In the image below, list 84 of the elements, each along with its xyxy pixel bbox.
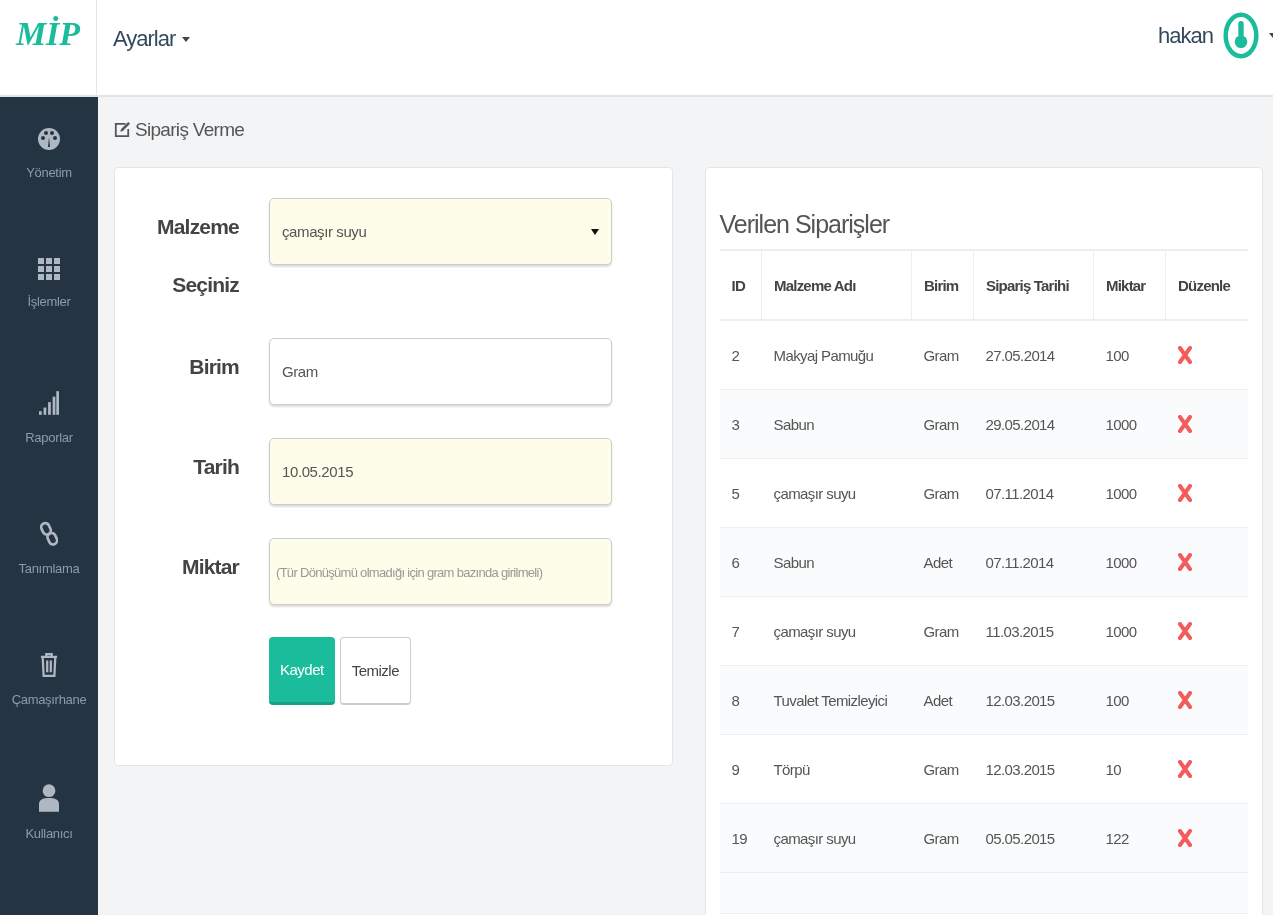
table-cell: çamaşır suyu [761,458,912,528]
page-title: Sipariş Verme [135,119,245,141]
clear-button[interactable]: Temizle [339,637,412,705]
sidebar-item[interactable]: Yönetim [0,127,98,259]
table-cell: Sabun [761,389,912,459]
field-label: Tarih [192,454,239,480]
table-cell: Törpü [761,734,912,804]
table-cell: 100 [1093,665,1166,735]
delete-icon[interactable] [1177,484,1192,502]
table-cell: 7 [719,596,762,666]
table-cell: 1000 [1093,389,1166,459]
delete-icon[interactable] [1177,829,1192,847]
table-cell: 07.11.2014 [973,458,1094,528]
delete-icon[interactable] [1177,346,1192,364]
column-header: Sipariş Tarihi [973,250,1094,320]
sidebar-item[interactable]: İşlemler [0,258,98,390]
table-cell: Gram [911,596,974,666]
table-title: Verilen Siparişler [719,210,891,239]
table-cell: 6 [719,527,762,597]
table-cell: 9 [719,734,762,804]
sidebar-item[interactable]: Kullanıcı [0,783,98,915]
column-header: Düzenle [1165,250,1248,320]
settings-menu[interactable]: Ayarlar [113,26,191,52]
table-cell: 29.05.2014 [973,389,1094,459]
delete-icon[interactable] [1177,622,1192,640]
table-cell: 8 [719,665,762,735]
sidebar-item[interactable]: Tanımlama [0,521,98,653]
delete-icon[interactable] [1177,691,1192,709]
field-label: Miktar [180,554,239,580]
table-cell: 19 [719,803,762,873]
column-header: Birim [911,250,974,320]
user-name[interactable]: hakan [1158,22,1213,49]
caret-icon [182,36,191,42]
table-cell: Gram [911,803,974,873]
table-cell: 12.03.2015 [973,665,1094,735]
table-cell: 1000 [1093,596,1166,666]
column-header: Malzeme Adı [761,250,912,320]
sidebar-item[interactable]: Raporlar [0,389,98,521]
table-cell: 05.05.2015 [973,803,1094,873]
edit-icon [114,122,130,138]
user-icon [39,783,59,812]
dashboard-icon [37,127,61,151]
table-cell: Sabun [761,527,912,597]
input-field[interactable]: 10.05.2015 [269,438,612,505]
table-cell: Gram [911,389,974,459]
table-cell: Gram [911,458,974,528]
table-cell: Adet [911,527,974,597]
table-cell: 1000 [1093,527,1166,597]
save-button[interactable]: Kaydet [269,637,335,705]
table-cell: Makyaj Pamuğu [761,320,912,390]
column-header: ID [719,250,762,320]
table-cell: çamaşır suyu [761,596,912,666]
delete-icon[interactable] [1177,760,1192,778]
material-select[interactable]: çamaşır suyu [269,198,612,265]
table-cell: 1000 [1093,458,1166,528]
table-cell: Tuvalet Temizleyici [761,665,912,735]
table-cell: 2 [719,320,762,390]
delete-icon[interactable] [1177,415,1192,433]
table-cell: Adet [911,665,974,735]
trash-icon [40,652,58,679]
logo[interactable]: MİP [15,14,81,54]
signal-bars-icon [39,389,59,416]
delete-icon[interactable] [1177,553,1192,571]
table-cell: 122 [1093,803,1166,873]
table-cell: 3 [719,389,762,459]
field-label: Malzeme Seçiniz [156,214,239,298]
table-cell: 100 [1093,320,1166,390]
input-field[interactable]: (Tür Dönüşümü olmadığı için gram bazında girilmeli) [269,538,612,605]
chain-link-icon [40,521,58,547]
table-cell: çamaşır suyu [761,803,912,873]
input-field[interactable]: Gram [269,338,612,405]
table-cell: 11.03.2015 [973,596,1094,666]
sidebar-item[interactable]: Çamaşırhane [0,652,98,784]
column-header: Miktar [1093,250,1166,320]
field-label: Birim [188,354,239,380]
table-cell: Gram [911,734,974,804]
table-cell: 10 [1093,734,1166,804]
caret-icon [590,228,599,235]
table-cell: Gram [911,320,974,390]
table-cell: 12.03.2015 [973,734,1094,804]
table-cell: 07.11.2014 [973,527,1094,597]
table-cell: 27.05.2014 [973,320,1094,390]
table-cell: 5 [719,458,762,528]
grid-icon [38,258,60,281]
